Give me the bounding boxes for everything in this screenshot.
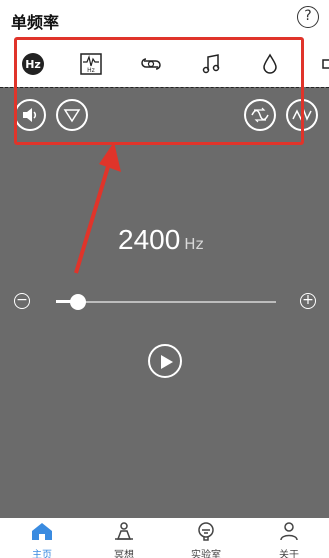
tab-lab[interactable]: 实验室 bbox=[181, 521, 231, 558]
annotation-arrow-icon bbox=[74, 142, 121, 274]
frequency-slider-track[interactable] bbox=[56, 301, 276, 303]
play-icon bbox=[161, 355, 173, 369]
tab-home[interactable]: 主页 bbox=[17, 521, 67, 558]
frequency-display: 2400 Hz bbox=[118, 224, 203, 256]
page-title: 单频率 bbox=[11, 13, 60, 32]
increase-icon[interactable]: + bbox=[300, 293, 316, 309]
tab-home-label: 主页 bbox=[32, 550, 52, 558]
home-icon bbox=[32, 523, 52, 540]
meditation-icon bbox=[115, 522, 133, 540]
frequency-unit: Hz bbox=[184, 235, 204, 253]
annotation-highlight-box bbox=[14, 37, 304, 145]
app-header: 单频率 ? bbox=[0, 0, 329, 42]
more-mode-button[interactable] bbox=[318, 52, 329, 76]
tab-meditation-label: 冥想 bbox=[114, 550, 134, 558]
tab-about-label: 关于 bbox=[279, 550, 299, 558]
frequency-slider-thumb[interactable] bbox=[70, 294, 86, 310]
frequency-value: 2400 bbox=[118, 224, 181, 255]
tab-meditation[interactable]: 冥想 bbox=[99, 521, 149, 558]
help-icon[interactable]: ? bbox=[297, 6, 319, 28]
bottom-tab-bar: 主页 冥想 实验室 关于 bbox=[0, 518, 329, 558]
lab-icon bbox=[198, 522, 214, 541]
play-button[interactable] bbox=[148, 344, 182, 378]
tab-about[interactable]: 关于 bbox=[264, 521, 314, 558]
tab-lab-label: 实验室 bbox=[191, 550, 221, 558]
about-icon bbox=[280, 522, 298, 541]
partial-icon bbox=[322, 59, 329, 69]
decrease-icon[interactable]: − bbox=[14, 293, 30, 309]
